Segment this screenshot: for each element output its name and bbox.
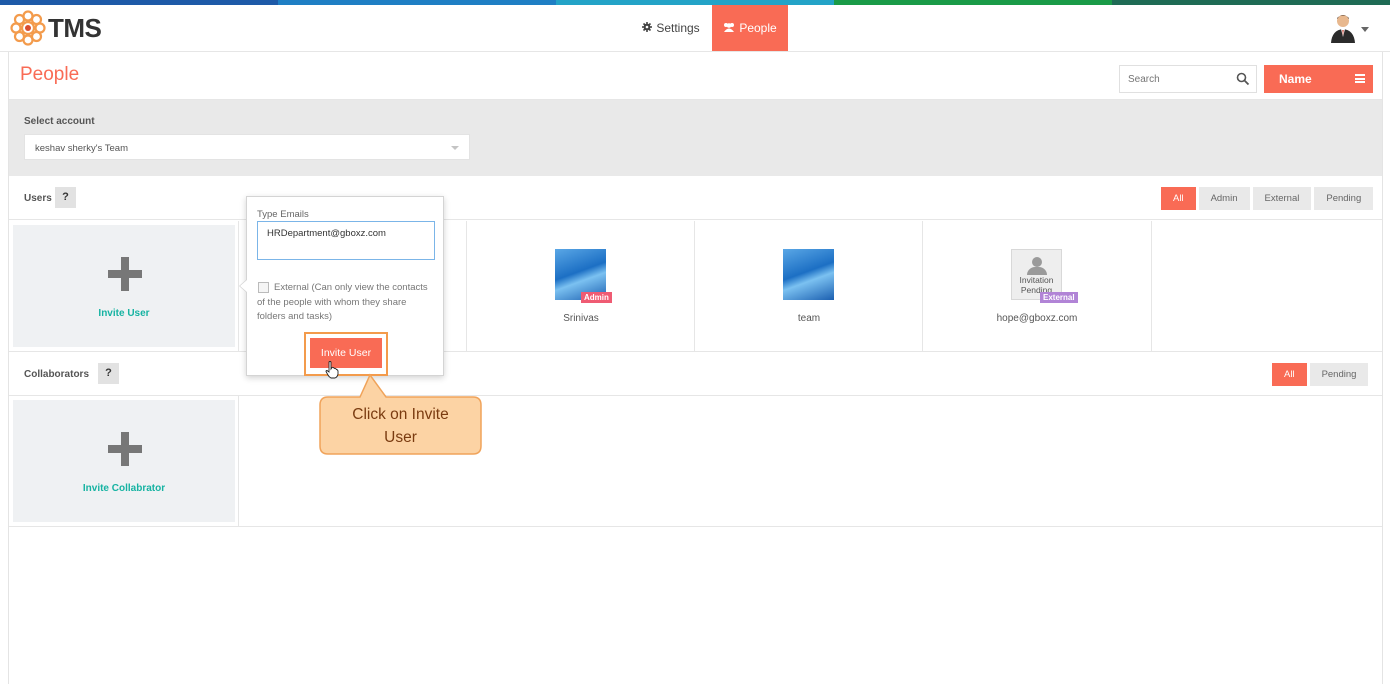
user-card[interactable]: Invitation Pending External hope@gboxz.c…: [923, 221, 1151, 352]
invite-collaborator-label: Invite Collabrator: [82, 483, 166, 494]
collaborators-help-button[interactable]: ?: [98, 363, 119, 384]
user-card[interactable]: Admin Srinivas: [467, 221, 695, 352]
user-name: hope@gboxz.com: [996, 313, 1078, 324]
users-grid: Invite User Admin Srinivas team Invitati…: [9, 221, 1382, 352]
user-menu-chevron-down-icon[interactable]: [1361, 27, 1369, 32]
app-logo[interactable]: TMS: [10, 10, 102, 46]
users-icon: [723, 22, 735, 35]
invite-collaborator-card[interactable]: Invite Collabrator: [13, 400, 235, 522]
search-box: [1119, 65, 1257, 93]
plus-icon: [108, 432, 142, 466]
users-section-bar: Users ? All Admin External Pending: [9, 176, 1382, 220]
type-emails-label: Type Emails: [257, 209, 309, 220]
divider: [238, 396, 239, 527]
collaborators-title: Collaborators: [24, 369, 90, 380]
person-icon-body: [1027, 267, 1047, 275]
users-filter-pending[interactable]: Pending: [1314, 187, 1374, 210]
invite-user-button[interactable]: Invite User: [310, 338, 382, 368]
callout-line-1: Click on Invite: [352, 406, 449, 423]
account-select[interactable]: keshav sherky's Team: [24, 134, 470, 160]
instruction-callout: Click on Invite User: [319, 373, 482, 455]
menu-icon: [1355, 74, 1365, 83]
external-badge: External: [1040, 292, 1078, 303]
users-filter-all[interactable]: All: [1161, 187, 1196, 210]
account-selected-value: keshav sherky's Team: [35, 143, 128, 154]
collaborators-filter-pending[interactable]: Pending: [1309, 363, 1369, 386]
users-title: Users: [24, 193, 52, 204]
collaborators-filter-all[interactable]: All: [1272, 363, 1307, 386]
search-input[interactable]: [1120, 66, 1230, 92]
invite-user-card[interactable]: Invite User: [13, 225, 235, 347]
tms-logo-icon: [10, 10, 46, 46]
app-name: TMS: [48, 12, 102, 43]
users-help-button[interactable]: ?: [55, 187, 76, 208]
sort-name-button[interactable]: Name: [1264, 65, 1373, 93]
plus-icon: [108, 257, 142, 291]
users-filter-external[interactable]: External: [1252, 187, 1312, 210]
users-filter-admin[interactable]: Admin: [1198, 187, 1250, 210]
users-filters: All Admin External Pending: [1158, 187, 1374, 210]
nav-people[interactable]: People: [712, 5, 788, 51]
user-name: team: [797, 313, 821, 324]
nav-settings-label: Settings: [656, 21, 700, 35]
divider: [1151, 221, 1152, 352]
user-avatar[interactable]: [1330, 13, 1356, 43]
user-card[interactable]: team: [695, 221, 923, 352]
account-panel: Select account keshav sherky's Team: [9, 100, 1382, 176]
gear-icon: [642, 21, 653, 35]
account-label: Select account: [24, 116, 95, 127]
invite-user-label: Invite User: [98, 308, 150, 319]
invite-user-popover: Type Emails HRDepartment@gboxz.com Exter…: [239, 196, 444, 376]
person-icon: [1032, 257, 1042, 267]
user-photo: [783, 249, 834, 300]
avatar-icon: [1331, 15, 1355, 43]
nav-people-label: People: [739, 21, 777, 35]
email-input[interactable]: HRDepartment@gboxz.com: [257, 221, 435, 260]
search-icon[interactable]: [1236, 72, 1250, 86]
page-header: People Name: [9, 52, 1382, 100]
chevron-down-icon: [451, 146, 459, 150]
collaborators-section-bar: Collaborators ? All Pending: [9, 352, 1382, 396]
page-title: People: [20, 64, 80, 85]
nav-settings[interactable]: Settings: [636, 5, 706, 51]
top-navbar: TMS Settings People: [0, 5, 1390, 52]
admin-badge: Admin: [581, 292, 612, 303]
collaborators-filters: All Pending: [1269, 363, 1369, 386]
sort-label: Name: [1279, 72, 1312, 86]
user-name: Srinivas: [563, 313, 599, 324]
collaborators-grid: Invite Collabrator: [9, 396, 1382, 527]
invite-button-highlight: Invite User: [304, 332, 388, 376]
popover-arrow: [239, 279, 247, 293]
callout-text: Click on Invite User: [320, 403, 481, 449]
callout-line-2: User: [384, 429, 417, 446]
external-description: External (Can only view the contacts of …: [257, 282, 428, 322]
